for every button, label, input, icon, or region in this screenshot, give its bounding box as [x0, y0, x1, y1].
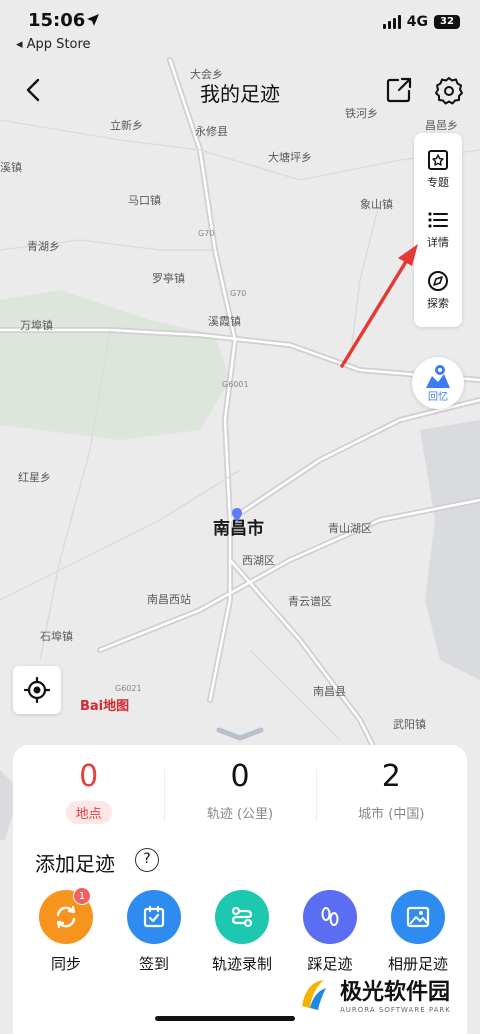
list-icon: [428, 212, 448, 229]
explore-icon: [428, 271, 448, 292]
album-footprint-button[interactable]: [391, 890, 445, 944]
map-road-label: G70: [198, 229, 215, 238]
memory-button[interactable]: 回忆: [412, 357, 464, 409]
home-indicator[interactable]: [155, 1016, 295, 1021]
crosshair-icon: [24, 677, 50, 703]
location-pin-icon: [232, 508, 242, 522]
map-tools-panel: 专题 详情 探索: [414, 133, 462, 327]
map-label: 南昌西站: [147, 593, 191, 606]
stat-value: 0: [230, 759, 250, 794]
tool-explore[interactable]: 探索: [427, 270, 449, 311]
stat-label: 地点: [65, 801, 112, 824]
settings-button[interactable]: [434, 75, 464, 105]
action-label: 同步: [50, 955, 81, 973]
watermark-name: 极光软件园: [340, 980, 451, 1005]
action-label: 签到: [138, 955, 169, 973]
map-label: 永修县: [195, 125, 228, 138]
map-label: 铁河乡: [345, 107, 378, 120]
topic-icon: [428, 149, 448, 170]
sync-icon: [56, 905, 76, 929]
stat-cities[interactable]: 2 城市 (中国): [315, 759, 467, 824]
map-label: 罗亭镇: [152, 272, 185, 285]
map-road-label: G6021: [115, 684, 142, 693]
map-label: 大塘坪乡: [268, 151, 312, 164]
network-type: 4G: [406, 14, 428, 30]
map-label: 青云谱区: [288, 595, 332, 608]
stat-label: 轨迹 (公里): [206, 807, 274, 822]
action-sync[interactable]: 1 同步: [27, 887, 105, 974]
map-label: 万埠镇: [20, 319, 53, 332]
share-icon: [386, 77, 412, 103]
map-label: 石埠镇: [40, 630, 73, 643]
route-icon: [231, 906, 253, 928]
map-label: 青湖乡: [27, 240, 60, 253]
tool-label: 探索: [427, 297, 449, 311]
add-footprint-title: 添加足迹: [35, 852, 115, 876]
map-label: 马口镇: [128, 194, 161, 207]
watermark: 极光软件园 AURORA SOFTWARE PARK: [290, 960, 470, 1028]
action-track-record[interactable]: 轨迹录制: [203, 890, 281, 974]
watermark-sub: AURORA SOFTWARE PARK: [340, 1006, 451, 1014]
location-arrow-icon: [87, 14, 99, 26]
footprints-icon: [321, 907, 339, 926]
map-label: 溪镇: [0, 161, 22, 174]
signal-icon: [382, 15, 401, 29]
back-to-app-store[interactable]: ◂ App Store: [16, 37, 91, 52]
map-label: 红星乡: [18, 471, 51, 484]
sync-badge: 1: [73, 887, 91, 905]
stat-tracks[interactable]: 0 轨迹 (公里): [164, 759, 315, 824]
action-checkin[interactable]: 签到: [115, 890, 193, 974]
gear-icon: [435, 77, 463, 105]
map-label: 南昌县: [313, 685, 346, 698]
checkin-button[interactable]: [127, 890, 181, 944]
tool-topic[interactable]: 专题: [427, 149, 449, 190]
tool-details[interactable]: 详情: [427, 209, 449, 250]
battery-icon: 32: [434, 15, 460, 29]
locate-button[interactable]: [13, 666, 61, 714]
stats-row: 0 地点 0 轨迹 (公里) 2 城市 (中国): [13, 759, 467, 824]
action-label: 轨迹录制: [211, 955, 272, 973]
map-label: 武阳镇: [393, 718, 426, 731]
map-label: 西湖区: [242, 554, 275, 567]
map-label: 立新乡: [110, 119, 143, 132]
status-indicators: 4G 32: [382, 14, 460, 30]
help-icon[interactable]: ?: [135, 848, 159, 872]
stat-places[interactable]: 0 地点: [13, 759, 164, 824]
map-road-label: G70: [230, 289, 247, 298]
map-label: 昌邑乡: [425, 119, 458, 132]
map-label: 象山镇: [360, 198, 393, 211]
stat-value: 2: [381, 759, 401, 794]
sheet-collapse-handle-icon[interactable]: [215, 726, 265, 742]
calendar-check-icon: [143, 905, 165, 928]
memory-label: 回忆: [428, 391, 448, 403]
memory-map-icon: [426, 364, 450, 388]
tool-label: 详情: [427, 236, 449, 250]
map-label: 溪霞镇: [208, 315, 241, 328]
tool-label: 专题: [427, 175, 449, 189]
stat-value: 0: [79, 759, 99, 794]
map-road-label: G6001: [222, 380, 249, 389]
baidu-map-logo: Bai地图: [80, 699, 130, 714]
photo-map-icon: [406, 906, 430, 928]
track-record-button[interactable]: [215, 890, 269, 944]
share-button[interactable]: [385, 76, 413, 104]
step-footprint-button[interactable]: [303, 890, 357, 944]
status-time: 15:06: [28, 10, 86, 31]
aurora-logo-icon: [292, 974, 332, 1014]
stat-label: 城市 (中国): [358, 807, 425, 822]
map-label: 青山湖区: [328, 522, 372, 535]
